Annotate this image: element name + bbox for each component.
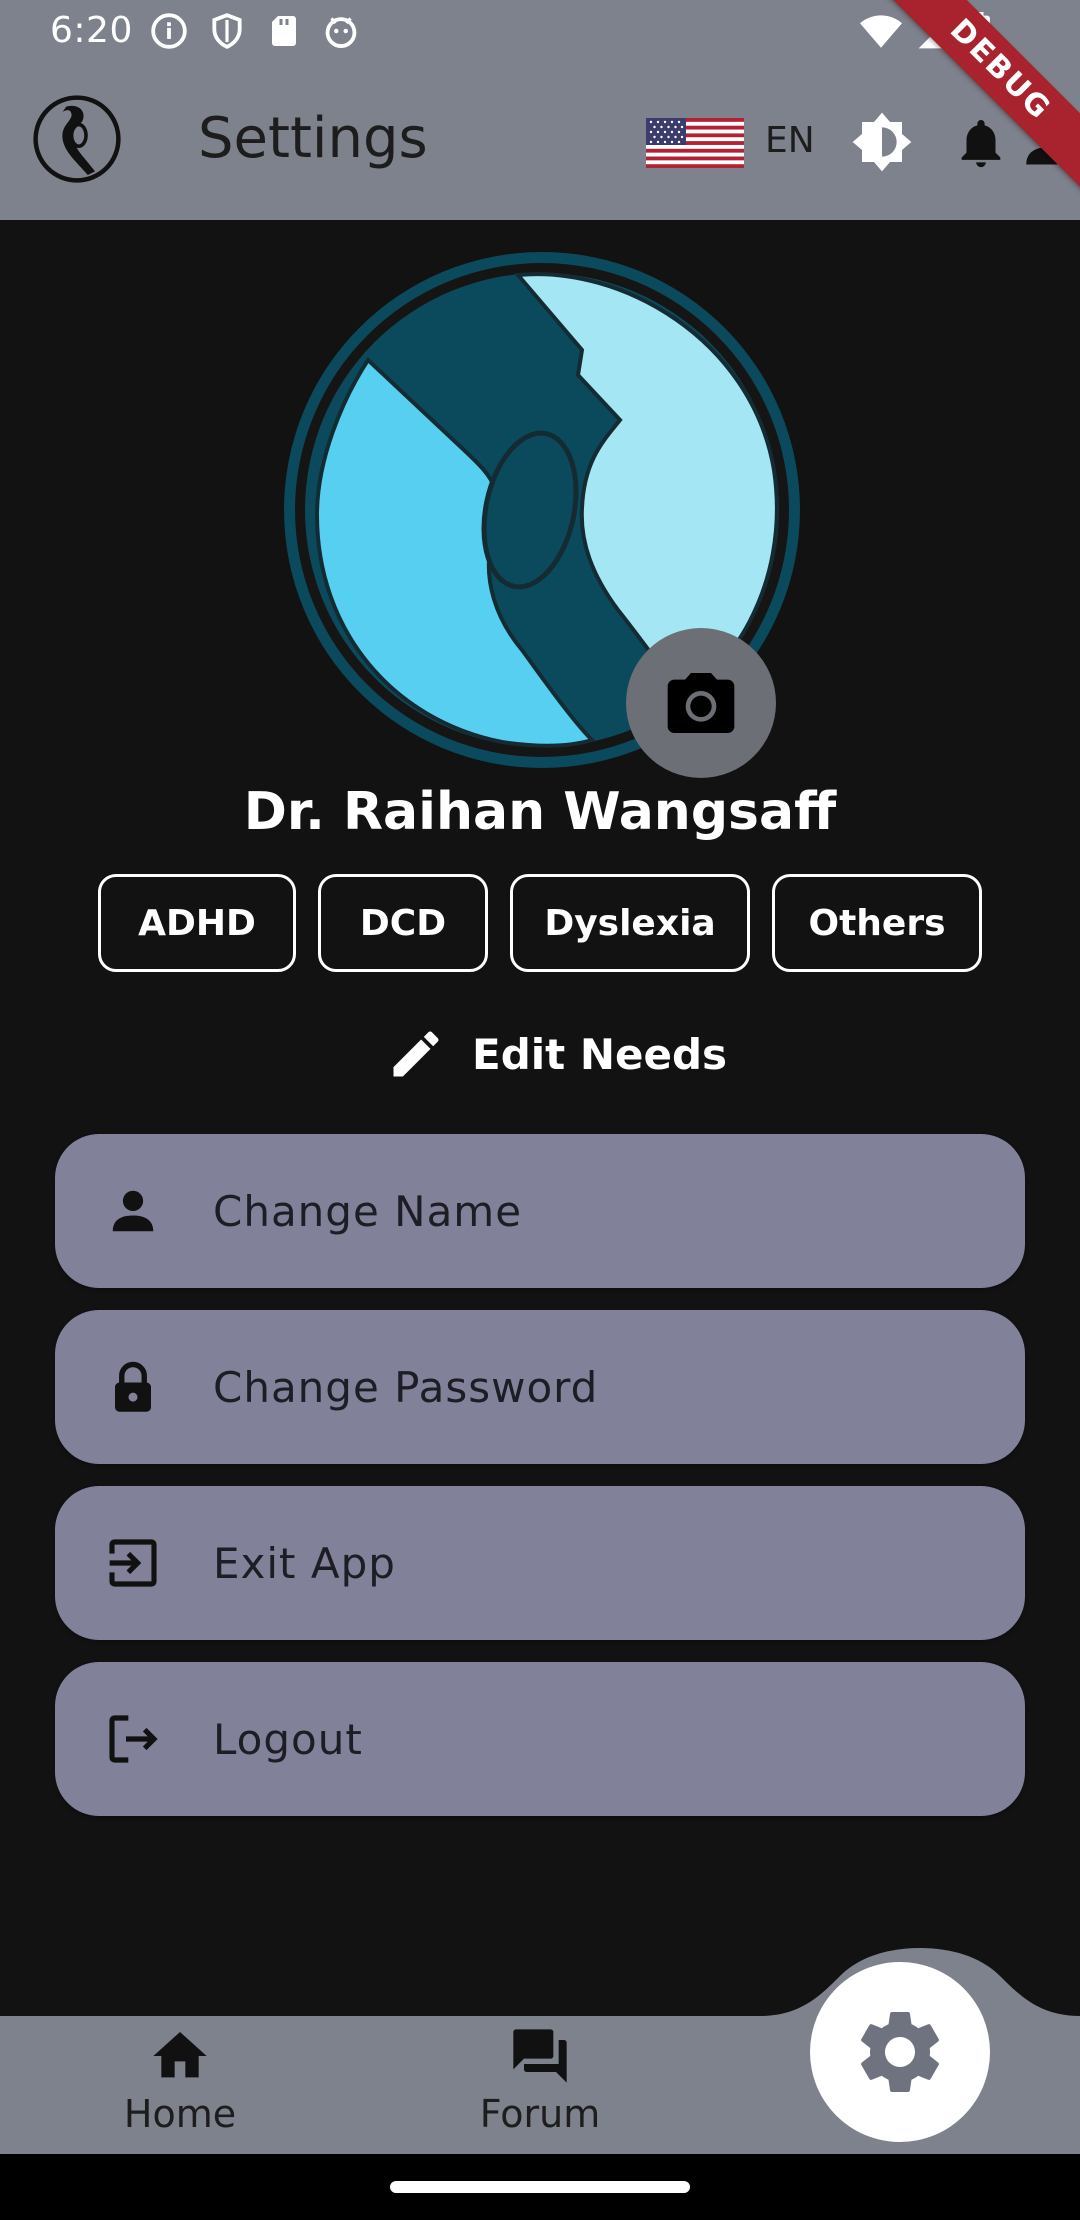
person-icon — [103, 1181, 163, 1241]
settings-fab[interactable] — [810, 1962, 990, 2142]
wifi-icon — [860, 15, 902, 48]
page-title: Settings — [198, 106, 428, 171]
logout-label: Logout — [213, 1714, 363, 1764]
gear-icon — [861, 2012, 939, 2092]
info-icon — [151, 13, 187, 49]
nav-home-label: Home — [123, 2092, 237, 2136]
forum-icon — [513, 2029, 567, 2083]
change-name-label: Change Name — [213, 1186, 523, 1236]
shield-icon — [212, 13, 242, 49]
sd-card-icon — [272, 16, 296, 46]
chip-adhd[interactable]: ADHD — [98, 874, 296, 972]
needs-chips: ADHD DCD Dyslexia Others — [0, 874, 1080, 972]
logout-button[interactable]: Logout — [55, 1662, 1025, 1816]
settings-menu: Change Name Change Password Exit App Log… — [55, 1134, 1025, 1838]
status-time: 6:20 — [50, 10, 133, 51]
change-password-button[interactable]: Change Password — [55, 1310, 1025, 1464]
us-flag-icon[interactable] — [646, 118, 744, 168]
notification-bell-icon[interactable] — [952, 114, 1010, 172]
pencil-icon — [393, 1031, 439, 1077]
lock-icon — [103, 1357, 163, 1417]
language-code[interactable]: EN — [765, 120, 815, 161]
home-icon — [153, 2032, 207, 2078]
brightness-icon[interactable] — [850, 110, 914, 174]
exit-to-app-icon — [103, 1533, 163, 1593]
exit-app-label: Exit App — [213, 1538, 396, 1588]
app-bar: Settings EN — [0, 62, 1080, 220]
nav-forum-label: Forum — [479, 2092, 601, 2136]
chip-dcd[interactable]: DCD — [318, 874, 488, 972]
profile-name: Dr. Raihan Wangsaff — [243, 782, 837, 842]
chip-dyslexia[interactable]: Dyslexia — [510, 874, 750, 972]
camera-icon — [667, 673, 735, 733]
android-debug-icon — [325, 17, 357, 48]
edit-needs-label: Edit Needs — [472, 1029, 728, 1079]
change-password-label: Change Password — [213, 1362, 599, 1412]
nav-forum[interactable]: Forum — [440, 2024, 640, 2136]
chip-others[interactable]: Others — [772, 874, 982, 972]
edit-needs-button[interactable]: Edit Needs — [386, 1024, 727, 1084]
status-icons-left — [150, 12, 360, 50]
home-gesture-handle[interactable] — [390, 2181, 690, 2193]
exit-app-button[interactable]: Exit App — [55, 1486, 1025, 1640]
app-logo-icon[interactable] — [32, 94, 122, 184]
logout-icon — [103, 1709, 163, 1769]
change-name-button[interactable]: Change Name — [55, 1134, 1025, 1288]
change-photo-button[interactable] — [626, 628, 776, 778]
settings-screen: 6:20 Settings EN DEBUG Dr. Raihan Wangsa… — [0, 0, 1080, 2220]
nav-home[interactable]: Home — [80, 2024, 280, 2136]
